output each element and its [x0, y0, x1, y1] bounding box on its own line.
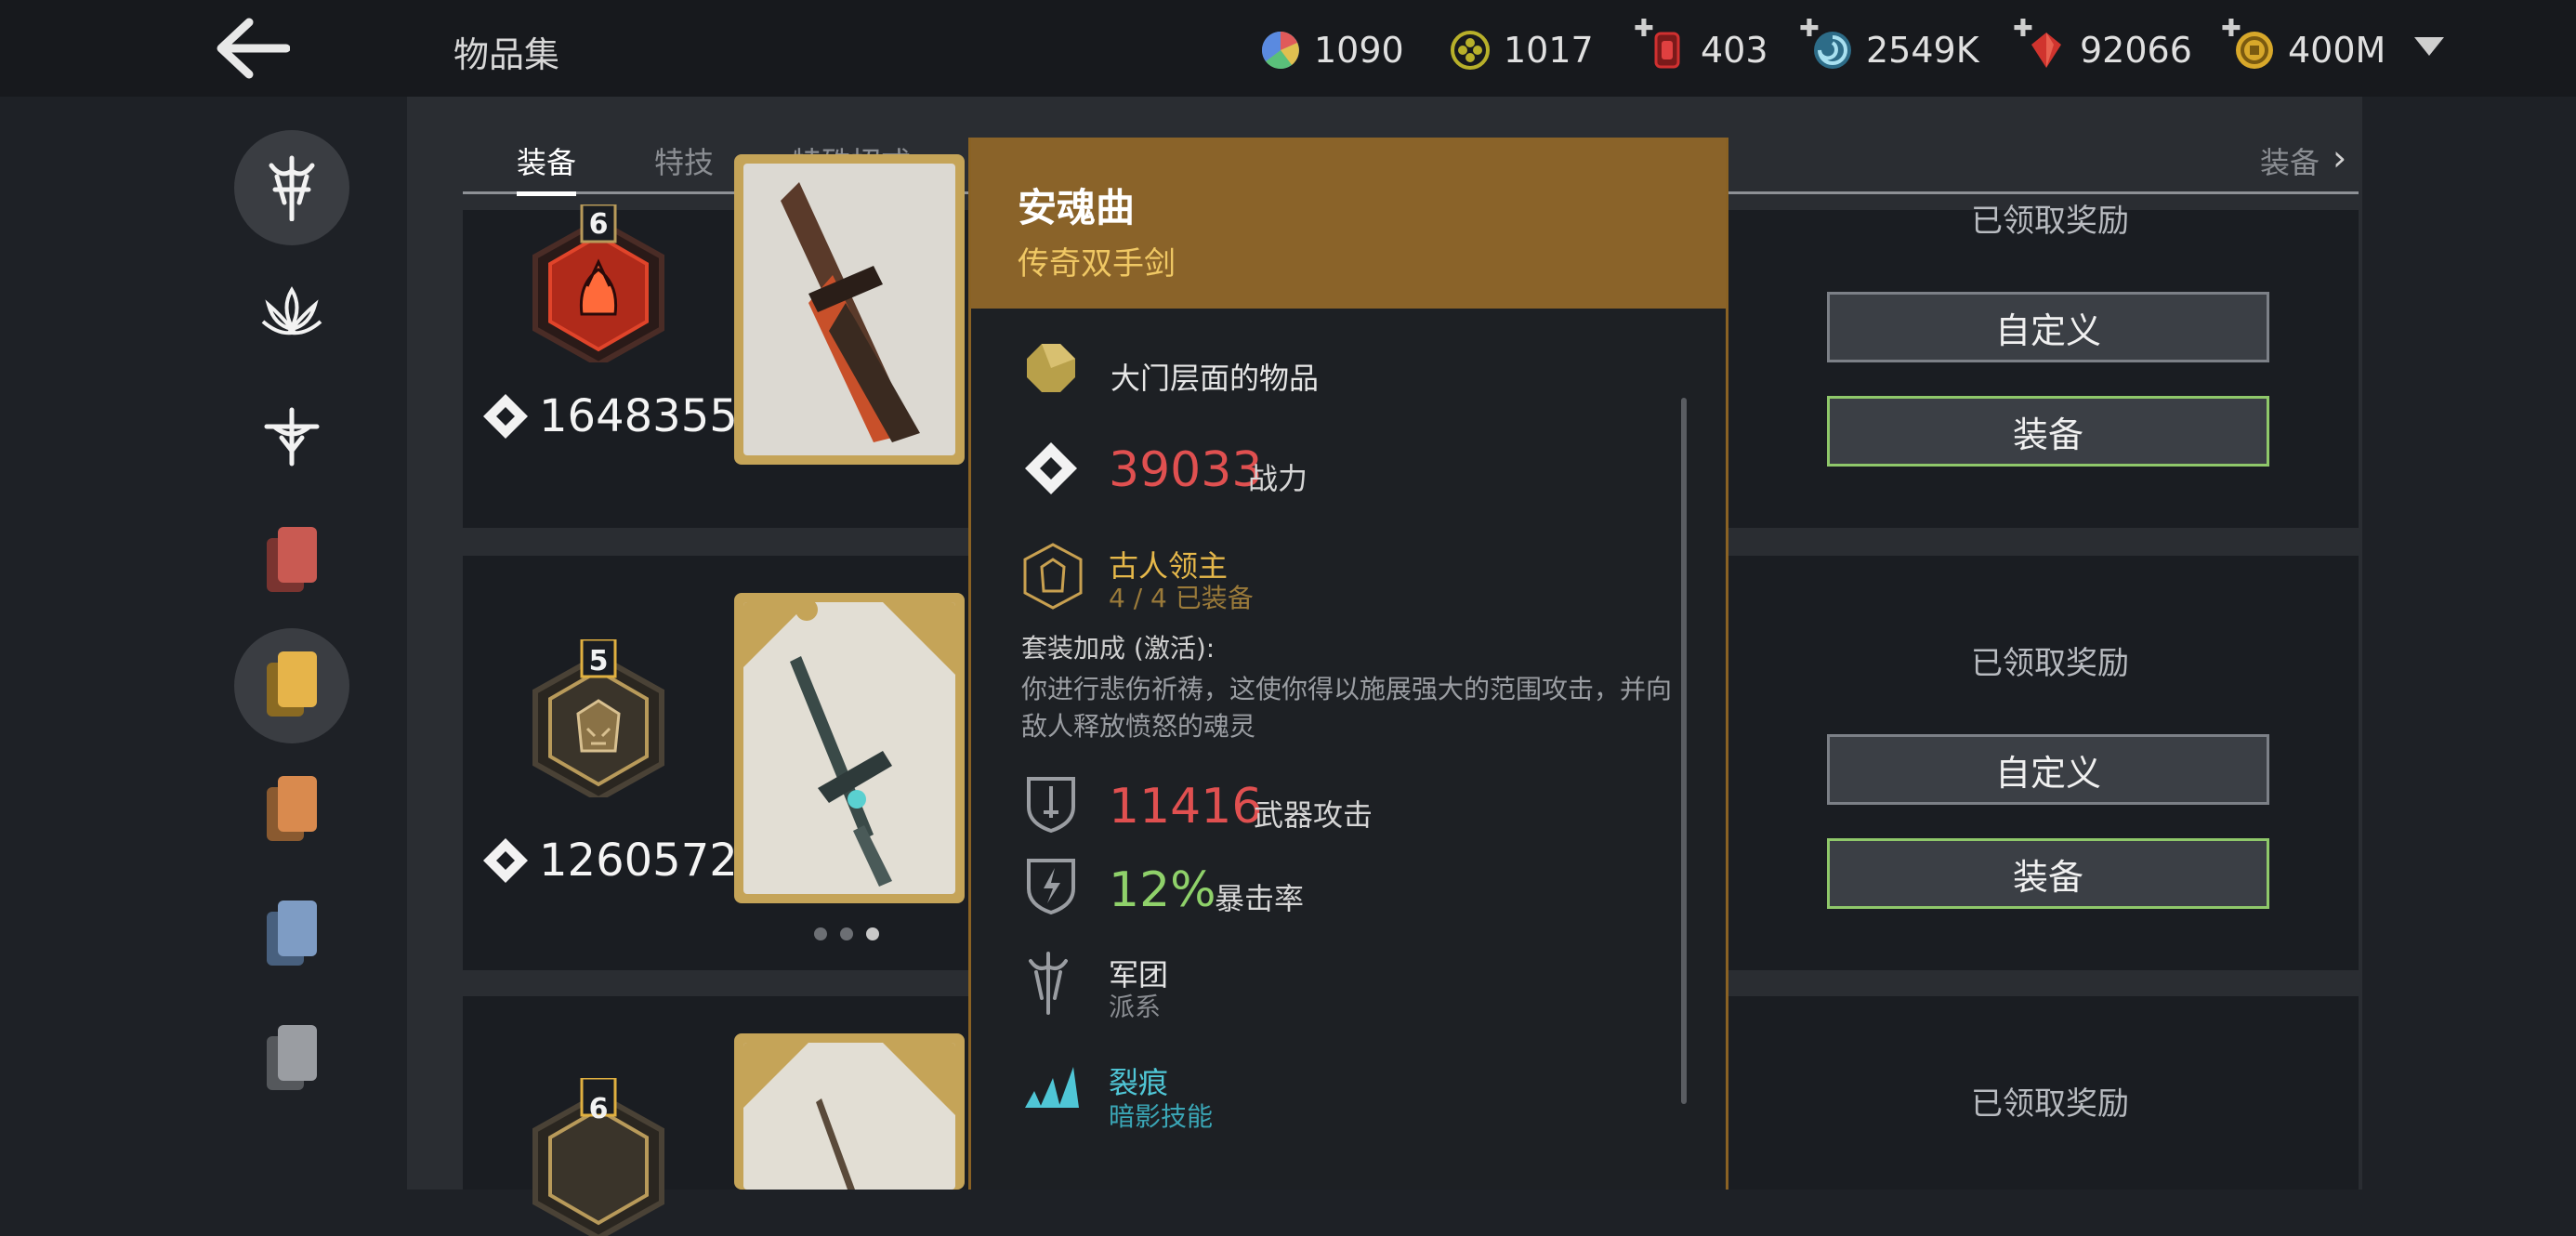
- sidebar-item-legion[interactable]: [234, 130, 349, 245]
- item-card[interactable]: [734, 593, 965, 903]
- sidebar-item-gold-cards[interactable]: [234, 628, 349, 743]
- resource-ruby[interactable]: ✚ 92066: [2013, 15, 2192, 76]
- sidebar-item-blue-cards[interactable]: [234, 877, 349, 993]
- crit-value: 12%: [1109, 862, 1216, 918]
- attack-label: 武器攻击: [1254, 797, 1373, 833]
- item-tier: 大门层面的物品: [1111, 361, 1320, 396]
- set-bonus-description: 你进行悲伤祈祷，这使你得以施展强大的范围攻击，并向敌人释放愤怒的魂灵: [1021, 674, 1673, 742]
- reward-status: 已领取奖励: [1971, 645, 2129, 682]
- power-diamond-icon: [1025, 442, 1077, 494]
- plus-icon[interactable]: ✚: [2013, 15, 2033, 43]
- tier-octagon-icon: [1027, 344, 1075, 392]
- item-card[interactable]: [734, 1033, 965, 1190]
- resource-value: 92066: [2080, 30, 2192, 71]
- resource-red-gem[interactable]: ✚ 403: [1634, 15, 1768, 76]
- level-number: 5: [588, 645, 609, 677]
- plus-icon[interactable]: ✚: [1799, 15, 1820, 43]
- faction-label: 派系: [1109, 992, 1162, 1022]
- reward-status: 已领取奖励: [1971, 1085, 2129, 1123]
- sidebar-item-red-cards[interactable]: [234, 504, 349, 619]
- top-bar: 物品集 1090 1017 ✚ 403 ✚ 2549K ✚ 92066 ✚ 40…: [0, 0, 2576, 97]
- crit-shield-icon: [1027, 859, 1075, 914]
- popup-scrollbar[interactable]: [1681, 398, 1687, 1104]
- customize-button[interactable]: 自定义: [1827, 292, 2269, 362]
- resource-coin[interactable]: ✚ 400M: [2221, 15, 2386, 76]
- crit-label: 暴击率: [1215, 881, 1305, 916]
- card-stack-icon: [267, 776, 317, 845]
- staff-image: [743, 1043, 955, 1190]
- faction-emblem-icon: [264, 407, 320, 467]
- page-title: 物品集: [453, 34, 560, 75]
- plus-icon[interactable]: ✚: [1634, 15, 1654, 43]
- item-card[interactable]: [734, 154, 965, 465]
- item-detail-popup: 安魂曲 传奇双手剑 大门层面的物品 39033 战力 古人领主 4 / 4 已装…: [968, 138, 1728, 1190]
- power-stat-label: 战力: [1248, 461, 1308, 496]
- resource-value: 1090: [1314, 30, 1404, 71]
- pie-currency-icon: [1262, 32, 1299, 69]
- reward-status: 已领取奖励: [1971, 203, 2129, 240]
- resource-value: 1017: [1504, 30, 1594, 71]
- chevron-down-icon[interactable]: [2414, 37, 2444, 56]
- lotus-emblem-icon: [261, 286, 322, 335]
- attack-value: 11416: [1109, 779, 1263, 835]
- chevron-right-icon[interactable]: ›: [2333, 138, 2346, 178]
- equip-button[interactable]: 装备: [1827, 838, 2269, 909]
- card-stack-icon: [267, 901, 317, 969]
- power-value: 1260572: [539, 835, 738, 887]
- set-crest-icon: [1023, 543, 1083, 610]
- level-number: 6: [588, 1093, 609, 1125]
- faction-emblem-icon: [1029, 952, 1068, 1015]
- greatsword-image: [781, 182, 920, 442]
- power-score: 1260572: [481, 835, 738, 887]
- resource-value: 2549K: [1866, 30, 1979, 71]
- weapon-shield-icon: [1027, 777, 1075, 833]
- item-name: 安魂曲: [1018, 185, 1136, 230]
- tab-feats[interactable]: 特技: [654, 139, 714, 182]
- greatsword-image: [743, 602, 955, 887]
- card-stack-icon: [267, 651, 317, 720]
- resource-clover[interactable]: 1017: [1450, 24, 1594, 76]
- plus-icon[interactable]: ✚: [2221, 15, 2241, 43]
- sidebar-item-faction[interactable]: [234, 379, 349, 494]
- shadow-skill-icon: [1025, 1067, 1079, 1108]
- set-progress: 4 / 4 已装备: [1109, 583, 1254, 613]
- carousel-dots[interactable]: [814, 927, 879, 940]
- set-bonus-title: 套装加成 (激活):: [1021, 633, 1216, 664]
- sidebar-item-orange-cards[interactable]: [234, 753, 349, 868]
- popup-header: 安魂曲 传奇双手剑: [971, 138, 1726, 309]
- active-tab-indicator: [517, 191, 576, 196]
- card-stack-icon: [267, 527, 317, 596]
- back-arrow-icon[interactable]: [212, 17, 290, 80]
- equip-button[interactable]: 装备: [1827, 396, 2269, 467]
- clover-currency-icon: [1451, 31, 1490, 70]
- legion-emblem-icon: [269, 155, 315, 221]
- resource-pie[interactable]: 1090: [1260, 24, 1404, 76]
- card-stack-icon: [267, 1025, 317, 1094]
- power-value: 1648355: [539, 390, 738, 442]
- power-diamond-icon: [483, 838, 528, 883]
- tab-next-label[interactable]: 装备: [2260, 139, 2320, 182]
- skill-label: 暗影技能: [1109, 1101, 1214, 1132]
- item-type: 传奇双手剑: [1018, 245, 1176, 283]
- customize-button[interactable]: 自定义: [1827, 734, 2269, 805]
- power-diamond-icon: [483, 394, 528, 439]
- resource-swirl[interactable]: ✚ 2549K: [1799, 15, 1979, 76]
- tab-equipment[interactable]: 装备: [517, 139, 576, 182]
- resource-value: 400M: [2288, 30, 2386, 71]
- power-score: 1648355: [481, 390, 738, 442]
- resource-value: 403: [1701, 30, 1768, 71]
- power-stat-value: 39033: [1109, 442, 1263, 498]
- level-number: 6: [588, 208, 609, 241]
- sidebar-item-lotus[interactable]: [234, 255, 349, 370]
- sidebar-item-gray-cards[interactable]: [234, 1002, 349, 1117]
